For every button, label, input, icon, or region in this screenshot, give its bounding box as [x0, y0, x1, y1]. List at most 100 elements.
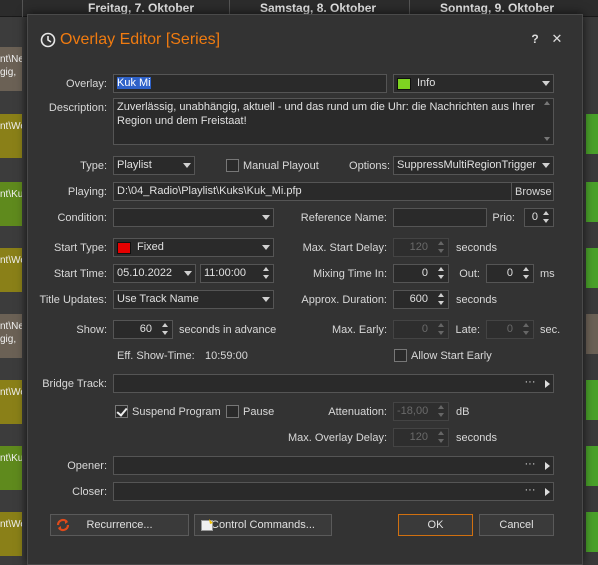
- spinner-arrows-icon[interactable]: [435, 239, 448, 256]
- mixing-time-in-value: 0: [421, 267, 428, 279]
- scrollbar[interactable]: [543, 101, 551, 141]
- calendar-event-bar[interactable]: [586, 380, 598, 420]
- condition-dropdown[interactable]: [113, 208, 274, 227]
- allow-start-early-checkbox[interactable]: [394, 349, 407, 362]
- browse-button[interactable]: Browse: [515, 185, 552, 199]
- type-dropdown[interactable]: Playlist: [113, 156, 195, 175]
- description-label: Description:: [48, 102, 107, 114]
- spinner-arrows-icon[interactable]: [540, 209, 553, 226]
- pause-checkbox[interactable]: [226, 405, 239, 418]
- closer-input[interactable]: ···: [113, 482, 554, 501]
- calendar-event-block[interactable]: nt\New gig,: [0, 47, 22, 91]
- spinner-arrows-icon[interactable]: [435, 265, 448, 282]
- control-commands-button-label: Control Commands...: [211, 519, 315, 531]
- more-icon[interactable]: ···: [521, 457, 539, 474]
- prio-value: 0: [531, 211, 538, 223]
- calendar-day-sunday: Sonntag, 9. Oktober: [440, 1, 555, 15]
- prio-label: Prio:: [492, 212, 515, 224]
- max-early-spinner[interactable]: 0: [393, 320, 449, 339]
- attenuation-spinner[interactable]: -18,00: [393, 402, 449, 421]
- cancel-button[interactable]: Cancel: [479, 514, 554, 536]
- playing-path-value: D:\04_Radio\Playlist\Kuks\Kuk_Mi.pfp: [117, 185, 302, 197]
- max-start-delay-label: Max. Start Delay:: [302, 242, 387, 254]
- max-overlay-delay-spinner[interactable]: 120: [393, 428, 449, 447]
- bridge-track-input[interactable]: ···: [113, 374, 554, 393]
- opener-input[interactable]: ···: [113, 456, 554, 475]
- title-updates-label: Title Updates:: [39, 294, 107, 306]
- prio-spinner[interactable]: 0: [524, 208, 554, 227]
- spinner-arrows-icon[interactable]: [435, 403, 448, 420]
- spinner-arrows-icon[interactable]: [260, 265, 273, 282]
- more-icon[interactable]: ···: [521, 375, 539, 392]
- calendar-divider: [22, 0, 23, 17]
- overlay-label: Overlay:: [66, 78, 107, 90]
- spinner-arrows-icon[interactable]: [520, 265, 533, 282]
- more-icon[interactable]: ···: [521, 483, 539, 500]
- play-arrow-icon[interactable]: [545, 462, 550, 470]
- category-value: Info: [417, 77, 436, 89]
- calendar-event-bar[interactable]: [586, 314, 598, 354]
- calendar-event-block[interactable]: nt\Wet: [0, 248, 22, 292]
- approx-duration-label: Approx. Duration:: [301, 294, 387, 306]
- spinner-arrows-icon[interactable]: [435, 429, 448, 446]
- calendar-event-block[interactable]: nt\Wet: [0, 380, 22, 424]
- max-overlay-delay-label: Max. Overlay Delay:: [287, 432, 387, 444]
- calendar-event-bar[interactable]: [586, 446, 598, 486]
- type-value: Playlist: [117, 159, 152, 171]
- chevron-down-icon: [183, 163, 191, 168]
- help-button[interactable]: ?: [528, 31, 542, 47]
- calendar-event-block[interactable]: nt\Kuk: [0, 182, 22, 226]
- calendar-event-bar[interactable]: [586, 512, 598, 552]
- title-updates-dropdown[interactable]: Use Track Name: [113, 290, 274, 309]
- spinner-arrows-icon[interactable]: [520, 321, 533, 338]
- manual-playout-label: Manual Playout: [243, 160, 319, 172]
- late-unit: sec.: [540, 324, 561, 336]
- calendar-event-block[interactable]: nt\Wet: [0, 512, 22, 556]
- options-label: Options:: [349, 160, 390, 172]
- closer-label: Closer:: [72, 486, 107, 498]
- close-button[interactable]: ✕: [550, 31, 564, 47]
- calendar-event-block[interactable]: nt\Kuk: [0, 446, 22, 490]
- control-commands-button[interactable]: Control Commands...: [194, 514, 332, 536]
- calendar-event-bar[interactable]: [586, 182, 598, 222]
- calendar-event-bar[interactable]: [586, 114, 598, 154]
- mixing-time-in-spinner[interactable]: 0: [393, 264, 449, 283]
- start-date-picker[interactable]: 05.10.2022: [113, 264, 196, 283]
- condition-label: Condition:: [57, 212, 107, 224]
- dialog-title: Overlay Editor [Series]: [60, 31, 221, 48]
- start-date-value: 05.10.2022: [117, 267, 173, 279]
- spinner-arrows-icon[interactable]: [159, 321, 172, 338]
- suspend-program-checkbox[interactable]: [115, 405, 128, 418]
- approx-duration-spinner[interactable]: 600: [393, 290, 449, 309]
- ok-button[interactable]: OK: [398, 514, 473, 536]
- recurrence-button[interactable]: Recurrence...: [50, 514, 189, 536]
- start-type-dropdown[interactable]: Fixed: [113, 238, 274, 257]
- play-arrow-icon[interactable]: [545, 380, 550, 388]
- start-time-spinner[interactable]: 11:00:00: [200, 264, 274, 283]
- max-start-delay-spinner[interactable]: 120: [393, 238, 449, 257]
- calendar-event-bar[interactable]: [586, 248, 598, 288]
- overlay-name-input[interactable]: Kuk Mi: [113, 74, 387, 93]
- category-dropdown[interactable]: Info: [393, 74, 554, 93]
- reference-name-input[interactable]: [393, 208, 487, 227]
- spinner-arrows-icon[interactable]: [435, 321, 448, 338]
- clock-icon: [40, 32, 56, 48]
- out-spinner[interactable]: 0: [486, 264, 534, 283]
- title-updates-value: Use Track Name: [117, 293, 199, 305]
- calendar-event-block[interactable]: nt\Wet: [0, 114, 22, 158]
- out-value: 0: [506, 267, 513, 279]
- manual-playout-checkbox[interactable]: [226, 159, 239, 172]
- calendar-day-friday: Freitag, 7. Oktober: [88, 1, 195, 15]
- play-arrow-icon[interactable]: [545, 488, 550, 496]
- options-value: SuppressMultiRegionTrigger: [397, 159, 536, 171]
- seconds-in-advance-label: seconds in advance: [179, 324, 277, 336]
- spinner-arrows-icon[interactable]: [435, 291, 448, 308]
- playing-path-input[interactable]: D:\04_Radio\Playlist\Kuks\Kuk_Mi.pfp: [113, 182, 554, 201]
- late-spinner[interactable]: 0: [486, 320, 534, 339]
- type-label: Type:: [80, 160, 107, 172]
- calendar-event-block[interactable]: nt\New gig,: [0, 314, 22, 358]
- description-textarea[interactable]: Zuverlässig, unabhängig, aktuell - und d…: [113, 98, 554, 145]
- options-dropdown[interactable]: SuppressMultiRegionTrigger: [393, 156, 554, 175]
- cancel-button-label: Cancel: [499, 519, 534, 531]
- show-spinner[interactable]: 60: [113, 320, 173, 339]
